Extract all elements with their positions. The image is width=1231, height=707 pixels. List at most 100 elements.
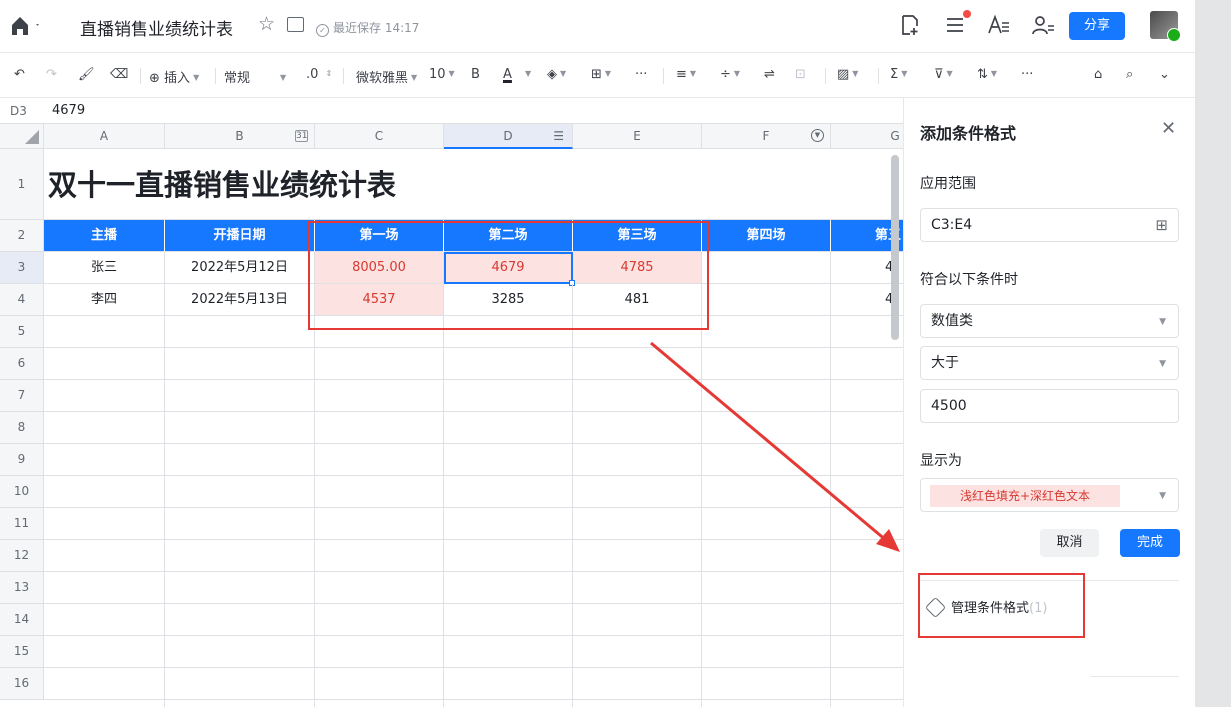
merge-icon[interactable]: ⊡ [795,67,806,82]
formula-bar: D3 4679 [0,98,903,124]
sort-icon[interactable]: ⇅ ▼ [977,67,997,82]
toolbar: ↶ ↷ 🖌 ⌫ ⊕ 插入 ▼ 常规 ▼ .0 ⇕ 微软雅黑 ▼ 10 ▼ B A ▼ ◈… [0,54,1195,98]
row-header-6[interactable]: 6 [0,348,44,380]
menu-icon[interactable] [944,14,966,41]
filter-icon[interactable]: ☰ [553,124,564,148]
row-header-3[interactable]: 3 [0,252,44,284]
row-header-13[interactable]: 13 [0,572,44,604]
row-header-1[interactable]: 1 [0,149,44,220]
row-header-8[interactable]: 8 [0,412,44,444]
more-icon[interactable]: ··· [635,67,647,82]
column-header-d[interactable]: D ☰ [444,124,573,149]
chevron-down-icon[interactable]: ⌄ [1159,67,1170,82]
row-header-4[interactable]: 4 [0,284,44,316]
font-color-label: A [503,67,512,82]
avatar[interactable] [1150,11,1181,42]
star-icon[interactable]: ☆ [258,13,275,35]
display-label: 显示为 [920,453,962,469]
collaborator-icon[interactable] [1031,14,1055,41]
home-icon[interactable] [10,15,40,37]
conditional-format-icon[interactable]: ▨ ▼ [837,67,858,82]
format-preview: 浅红色填充+深红色文本 [930,485,1120,507]
chevron-down-icon[interactable]: ▼ [811,129,824,142]
border-icon[interactable]: ⊞ ▼ [591,67,611,82]
data-cell[interactable] [702,252,831,284]
row-header-11[interactable]: 11 [0,508,44,540]
column-header-b[interactable]: B 31 [165,124,315,149]
threshold-input[interactable]: 4500 [920,389,1179,423]
column-header-a[interactable]: A [44,124,165,149]
font-color-caret[interactable]: ▼ [522,67,531,82]
select-all-corner[interactable] [0,124,44,149]
data-cell[interactable] [702,284,831,316]
range-input[interactable]: C3:E4 ⊞ [920,208,1179,242]
row-header-15[interactable]: 15 [0,636,44,668]
search-icon[interactable]: ⌕ [1126,67,1133,82]
plus-circle-icon: ⊕ [149,71,160,86]
wrap-icon[interactable]: ⇌ [764,67,775,82]
decimal-label: .0 [306,67,319,82]
document-title[interactable]: 直播销售业绩统计表 [80,15,233,40]
sum-icon[interactable]: Σ ▼ [890,67,907,82]
vertical-scrollbar[interactable] [891,155,899,340]
spreadsheet-grid[interactable]: A B 31 C D ☰ E F ▼ G 1 2 3 4 5 6 7 8 9 10 1… [0,124,903,707]
row-header-5[interactable]: 5 [0,316,44,348]
column-header-f[interactable]: F ▼ [702,124,831,149]
cancel-button[interactable]: 取消 [1040,529,1099,557]
column-header-g[interactable]: G [831,124,903,149]
bold-button[interactable]: B [471,67,480,82]
column-header-e[interactable]: E [573,124,702,149]
row-header-16[interactable]: 16 [0,668,44,700]
share-button[interactable]: 分享 [1069,12,1125,40]
fill-color-icon[interactable]: ◈ ▼ [547,67,566,82]
chevron-down-icon: ▼ [1159,317,1166,327]
cell-reference[interactable]: D3 [10,104,27,118]
filter-icon[interactable]: ⊽ ▼ [934,67,953,82]
number-format-select[interactable]: 常规 ▼ [224,67,286,86]
row-header-14[interactable]: 14 [0,604,44,636]
data-cell[interactable]: 2022年5月12日 [165,252,315,284]
vertical-align-icon[interactable]: ÷ ▼ [720,67,740,82]
undo-icon[interactable]: ↶ [14,67,25,82]
display-format-select[interactable]: 浅红色填充+深红色文本 ▼ [920,478,1179,512]
clear-format-icon[interactable]: ⌂ [1094,67,1102,82]
font-color-button[interactable]: A [503,67,512,82]
data-cell[interactable]: 李四 [44,284,165,316]
calendar-icon[interactable]: 31 [295,130,308,142]
row-header-10[interactable]: 10 [0,476,44,508]
column-header-c[interactable]: C [315,124,444,149]
data-cell[interactable]: 2022年5月13日 [165,284,315,316]
grid-select-icon[interactable]: ⊞ [1155,209,1168,241]
font-family-select[interactable]: 微软雅黑 ▼ [356,67,417,86]
data-cell[interactable]: 张三 [44,252,165,284]
chevron-down-icon: ▼ [1159,359,1166,369]
row-header-9[interactable]: 9 [0,444,44,476]
save-status-text: 最近保存 14:17 [333,21,420,35]
font-icon[interactable] [987,14,1011,41]
header-cell-session-4[interactable]: 第四场 [702,220,831,252]
done-button[interactable]: 完成 [1120,529,1180,557]
move-icon[interactable] [287,17,304,32]
header-cell-date[interactable]: 开播日期 [165,220,315,252]
add-doc-icon[interactable] [899,14,921,41]
formula-input[interactable]: 4679 [52,103,85,118]
row-header-7[interactable]: 7 [0,380,44,412]
divider [825,68,826,84]
format-painter-icon[interactable]: 🖌 [78,67,95,82]
condition-type-select[interactable]: 数值类 ▼ [920,304,1179,338]
eraser-icon[interactable]: ⌫ [110,67,128,82]
sheet-title-cell[interactable]: 双十一直播销售业绩统计表 [45,150,903,220]
row-header-12[interactable]: 12 [0,540,44,572]
redo-icon[interactable]: ↷ [46,67,57,82]
empty-cells[interactable] [44,316,903,707]
close-icon[interactable]: ✕ [1161,118,1176,139]
row-header-2[interactable]: 2 [0,220,44,252]
divider [663,68,664,84]
decimal-button[interactable]: .0 ⇕ [306,67,332,82]
font-size-select[interactable]: 10 ▼ [429,67,455,82]
align-icon[interactable]: ≡ ▼ [676,67,696,82]
insert-button[interactable]: ⊕ 插入 ▼ [149,67,199,86]
operator-select[interactable]: 大于 ▼ [920,346,1179,380]
header-cell-anchor[interactable]: 主播 [44,220,165,252]
more-icon[interactable]: ··· [1021,67,1033,82]
